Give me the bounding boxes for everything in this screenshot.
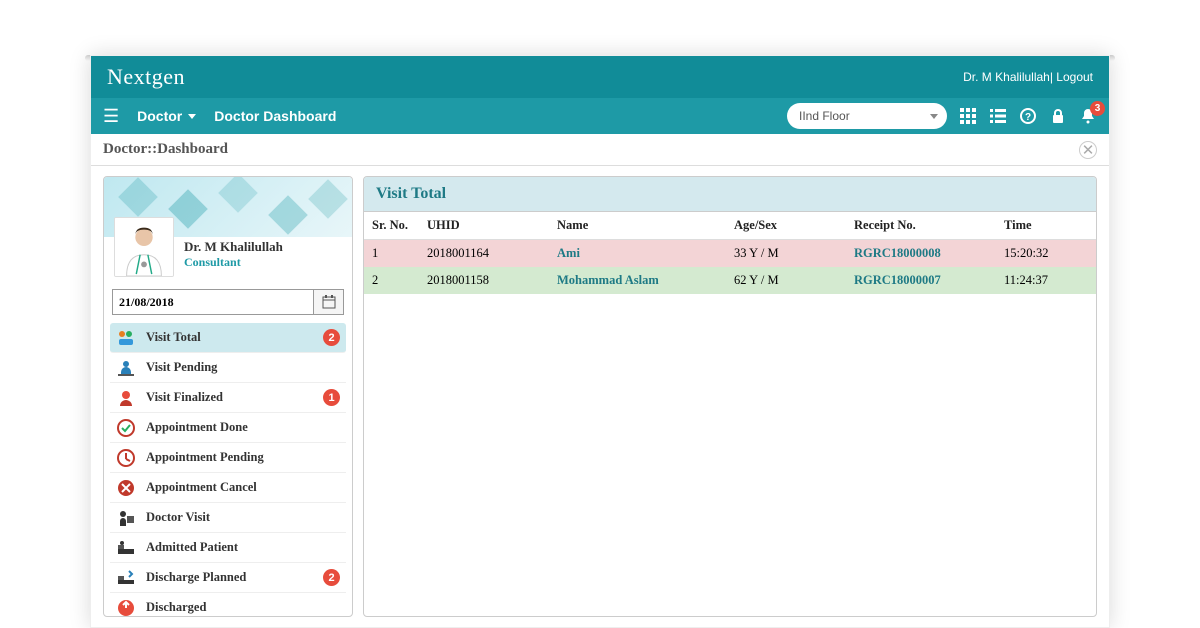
main-title: Visit Total	[364, 177, 1096, 212]
sidebar-panel: Dr. M Khalilullah Consultant Visit Total…	[103, 176, 353, 617]
sidebar-item-icon	[116, 478, 136, 498]
col-age: Age/Sex	[726, 212, 846, 240]
table-row[interactable]: 22018001158Mohammad Aslam62 Y / MRGRC180…	[364, 267, 1096, 294]
sidebar-item-appointment-cancel[interactable]: Appointment Cancel	[110, 473, 346, 503]
cell-receipt[interactable]: RGRC18000007	[846, 267, 996, 294]
navbar: ☰ Doctor Doctor Dashboard IInd Floor ?	[91, 98, 1109, 134]
grid-icon[interactable]	[959, 107, 977, 125]
col-time: Time	[996, 212, 1096, 240]
cell-name[interactable]: Mohammad Aslam	[549, 267, 726, 294]
content-area: Dr. M Khalilullah Consultant Visit Total…	[91, 166, 1109, 627]
close-icon[interactable]: ✕	[1079, 141, 1097, 159]
sidebar-item-icon	[116, 358, 136, 378]
list-icon[interactable]	[989, 107, 1007, 125]
col-uhid: UHID	[419, 212, 549, 240]
count-badge: 1	[323, 389, 340, 406]
sidebar-item-label: Discharged	[146, 600, 206, 615]
caret-down-icon	[188, 114, 196, 119]
hamburger-icon[interactable]: ☰	[103, 106, 119, 127]
sidebar-list: Visit Total 2 Visit Pending Visit Finalized…	[104, 319, 352, 617]
sidebar-item-label: Visit Total	[146, 330, 201, 345]
doctor-name: Dr. M Khalilullah	[184, 239, 283, 255]
sidebar-item-icon	[116, 538, 136, 558]
cell-receipt[interactable]: RGRC18000008	[846, 240, 996, 268]
sidebar-item-doctor-visit[interactable]: Doctor Visit	[110, 503, 346, 533]
profile-row: Dr. M Khalilullah Consultant	[104, 217, 352, 285]
sidebar-item-label: Visit Pending	[146, 360, 217, 375]
svg-text:?: ?	[1025, 112, 1031, 123]
sidebar-item-label: Appointment Done	[146, 420, 248, 435]
sidebar-item-discharge-planned[interactable]: Discharge Planned 2	[110, 563, 346, 593]
date-input[interactable]	[112, 289, 314, 315]
cell-age: 62 Y / M	[726, 267, 846, 294]
cell-uhid: 2018001164	[419, 240, 549, 268]
sidebar-item-visit-pending[interactable]: Visit Pending	[110, 353, 346, 383]
breadcrumb: Doctor::Dashboard	[103, 141, 228, 158]
visit-table: Sr. No. UHID Name Age/Sex Receipt No. Ti…	[364, 212, 1096, 294]
floor-select[interactable]: IInd Floor	[787, 103, 947, 129]
table-header-row: Sr. No. UHID Name Age/Sex Receipt No. Ti…	[364, 212, 1096, 240]
brand-logo: Nextgen	[107, 64, 185, 90]
cell-age: 33 Y / M	[726, 240, 846, 268]
user-bar: Dr. M Khalilullah| Logout	[963, 70, 1093, 84]
sidebar-item-icon	[116, 418, 136, 438]
breadcrumb-bar: Doctor::Dashboard ✕	[91, 134, 1109, 166]
notification-badge: 3	[1090, 101, 1105, 116]
sidebar-item-icon	[116, 508, 136, 528]
sidebar-item-icon	[116, 598, 136, 618]
logout-link[interactable]: Logout	[1056, 70, 1093, 84]
app-window: Nextgen Dr. M Khalilullah| Logout ☰ Doct…	[90, 55, 1110, 628]
table-row[interactable]: 12018001164Ami33 Y / MRGRC1800000815:20:…	[364, 240, 1096, 268]
cell-time: 11:24:37	[996, 267, 1096, 294]
calendar-button[interactable]	[314, 289, 344, 315]
cell-sr: 1	[364, 240, 419, 268]
cell-uhid: 2018001158	[419, 267, 549, 294]
sidebar-item-visit-total[interactable]: Visit Total 2	[110, 323, 346, 353]
sidebar-item-label: Discharge Planned	[146, 570, 246, 585]
count-badge: 2	[323, 329, 340, 346]
sidebar-item-label: Admitted Patient	[146, 540, 238, 555]
sidebar-item-appointment-done[interactable]: Appointment Done	[110, 413, 346, 443]
current-user-name: Dr. M Khalilullah	[963, 70, 1050, 84]
sidebar-item-label: Visit Finalized	[146, 390, 223, 405]
sidebar-item-visit-finalized[interactable]: Visit Finalized 1	[110, 383, 346, 413]
cell-sr: 2	[364, 267, 419, 294]
sidebar-item-label: Appointment Cancel	[146, 480, 257, 495]
col-sr: Sr. No.	[364, 212, 419, 240]
count-badge: 2	[323, 569, 340, 586]
main-panel: Visit Total Sr. No. UHID Name Age/Sex Re…	[363, 176, 1097, 617]
sidebar-item-icon	[116, 388, 136, 408]
doctor-role: Consultant	[184, 255, 283, 270]
sidebar-item-label: Appointment Pending	[146, 450, 264, 465]
col-name: Name	[549, 212, 726, 240]
help-icon[interactable]: ?	[1019, 107, 1037, 125]
bell-icon[interactable]: 3	[1079, 107, 1097, 125]
avatar	[114, 217, 174, 277]
sidebar-item-icon	[116, 448, 136, 468]
nav-doctor-dropdown[interactable]: Doctor	[137, 108, 196, 124]
sidebar-item-admitted-patient[interactable]: Admitted Patient	[110, 533, 346, 563]
sidebar-item-icon	[116, 328, 136, 348]
sidebar-item-discharged[interactable]: Discharged	[110, 593, 346, 617]
sidebar-item-appointment-pending[interactable]: Appointment Pending	[110, 443, 346, 473]
lock-icon[interactable]	[1049, 107, 1067, 125]
nav-doctor-dashboard[interactable]: Doctor Dashboard	[214, 108, 336, 124]
cell-name[interactable]: Ami	[549, 240, 726, 268]
sidebar-item-icon	[116, 568, 136, 588]
col-receipt: Receipt No.	[846, 212, 996, 240]
cell-time: 15:20:32	[996, 240, 1096, 268]
sidebar-item-label: Doctor Visit	[146, 510, 210, 525]
topbar: Nextgen Dr. M Khalilullah| Logout	[91, 56, 1109, 98]
